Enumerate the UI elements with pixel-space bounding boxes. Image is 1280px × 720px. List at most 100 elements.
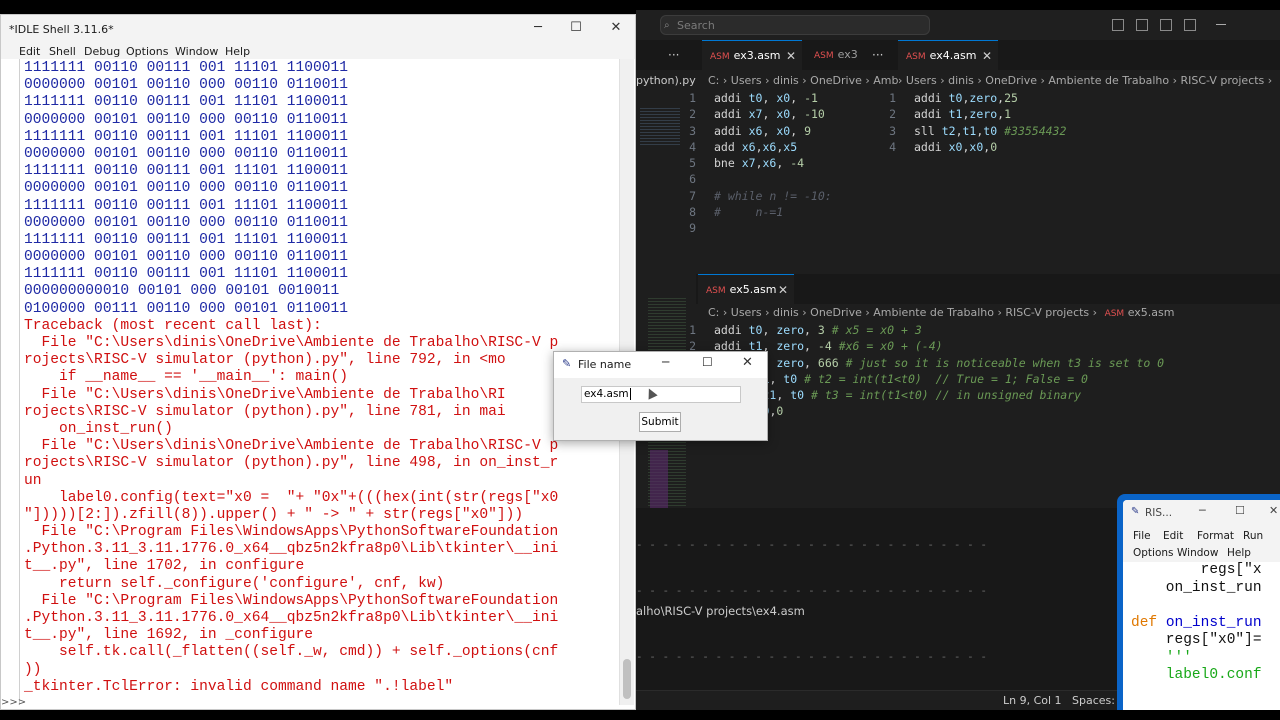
submit-button[interactable]: Submit xyxy=(639,412,681,432)
maximize-button[interactable]: ☐ xyxy=(1235,504,1245,517)
toggle-panel-icon[interactable] xyxy=(1136,19,1148,31)
bottom-breadcrumb[interactable]: C: › Users › dinis › OneDrive › Ambiente… xyxy=(708,306,1268,319)
traceback-line: File "C:\Users\dinis\OneDrive\Ambiente d… xyxy=(24,335,559,351)
menu-format[interactable]: Format xyxy=(1197,530,1234,542)
window-title: RIS... xyxy=(1145,507,1173,519)
cursor-position[interactable]: Ln 9, Col 1 xyxy=(1003,694,1062,707)
terminal-path: alho\RISC-V projects\ex4.asm xyxy=(636,604,805,618)
traceback-line: t__.py", line 1702, in configure xyxy=(24,558,305,575)
right-tabbar: ASM ex4.asm ✕ xyxy=(896,40,1280,70)
code-line: 3addi t3, zero, 666 # just so it is noti… xyxy=(689,355,1280,371)
tab-ex5-asm[interactable]: ASM ex5.asm ✕ xyxy=(698,274,794,304)
search-placeholder: Search xyxy=(677,19,715,32)
close-button[interactable]: ✕ xyxy=(742,355,753,370)
close-tab-icon[interactable]: ✕ xyxy=(786,41,796,71)
code-text: addi t0, zero, 3 # x5 = x0 + 3 xyxy=(714,323,922,337)
close-tab-icon[interactable]: ✕ xyxy=(778,275,788,305)
idle-editor-titlebar: ✎ RIS... ─ ☐ ✕ xyxy=(1123,500,1280,526)
maximize-button[interactable]: ☐ xyxy=(561,20,591,35)
menu-options[interactable]: Options xyxy=(126,45,168,58)
command-search-box[interactable]: ⌕ Search xyxy=(660,15,930,35)
menu-edit[interactable]: Edit xyxy=(19,45,40,58)
line-number: 1 xyxy=(889,91,896,105)
menu-run[interactable]: Run xyxy=(1243,530,1263,542)
code-line: 2 addi t1,zero,1 xyxy=(889,106,1280,122)
output-line: 0000000 00101 00110 000 00110 0110011 xyxy=(24,145,349,162)
tab-ex4-asm[interactable]: ASM ex4.asm ✕ xyxy=(898,40,998,70)
minimap-slider[interactable] xyxy=(650,450,668,510)
feather-icon: ✎ xyxy=(562,357,572,370)
explorer-file-label[interactable]: python).py xyxy=(636,74,696,87)
screen-border-top xyxy=(0,0,1280,10)
code-line: 2 addi t1, zero, -4 #x6 = x0 + (-4) xyxy=(689,338,1280,354)
code-text: bne x7,x6, -4 xyxy=(714,156,805,171)
menu-help[interactable]: Help xyxy=(1227,547,1251,559)
right-editor[interactable]: 1 addi t0,zero,25 2 addi t1,zero,1 3 sll t2,t… xyxy=(889,90,1280,170)
code-text: addi x7, x0, -10 xyxy=(714,107,825,122)
more-actions-icon[interactable]: ··· xyxy=(872,48,883,62)
line-number: 8 xyxy=(689,205,696,220)
menu-help[interactable]: Help xyxy=(225,45,250,58)
line-number: 6 xyxy=(689,172,696,187)
toggle-sidebar-icon[interactable] xyxy=(1112,19,1124,31)
asm-file-icon: ASM xyxy=(706,286,726,296)
traceback-line: if __name__ == '__main__': main() xyxy=(24,369,349,386)
minimize-button[interactable]: ─ xyxy=(1199,504,1206,517)
asm-file-icon: ASM xyxy=(814,51,834,61)
idle-editor-code[interactable]: regs["x on_inst_run def on_inst_run regs[… xyxy=(1131,562,1280,710)
line-number: 1 xyxy=(689,91,696,105)
shell-output[interactable]: 1111111 00110 00111 001 11101 1100011 000… xyxy=(19,59,616,705)
file-name-dialog: ✎ File name ─ ☐ ✕ ex4.asm Submit xyxy=(553,351,768,441)
left-breadcrumb[interactable]: C: › Users › dinis › OneDrive › Ambie xyxy=(708,74,898,87)
code-text: regs["x0"]= xyxy=(1131,632,1262,648)
maximize-button[interactable]: ☐ xyxy=(702,355,713,369)
traceback-line: File "C:\Program Files\WindowsApps\Pytho… xyxy=(24,592,559,609)
close-tab-icon[interactable]: ✕ xyxy=(982,41,992,71)
menu-window[interactable]: Window xyxy=(175,45,218,58)
minimap xyxy=(640,106,680,146)
asm-file-icon: ASM xyxy=(710,52,730,62)
code-line: 5tu t3, t1, t0 # t3 = int(t1<t0) // in u… xyxy=(689,387,1280,403)
line-number: 5 xyxy=(689,156,696,171)
menu-window[interactable]: Window xyxy=(1177,547,1218,559)
menu-file[interactable]: File xyxy=(1133,530,1151,542)
code-text: # n-=1 xyxy=(714,205,784,220)
menu-edit[interactable]: Edit xyxy=(1163,530,1183,542)
close-button[interactable]: ✕ xyxy=(1269,504,1278,517)
shell-prompt: >>> xyxy=(1,697,27,708)
code-text: tu t3, t1, t0 # t3 = int(t1<t0) // in un… xyxy=(714,388,1082,403)
menu-debug[interactable]: Debug xyxy=(84,45,120,58)
traceback-line: .Python.3.11_3.11.1776.0_x64__qbz5n2kfra… xyxy=(24,541,559,558)
code-line: ''' xyxy=(1131,650,1280,668)
output-line: 1111111 00110 00111 001 11101 1100011 xyxy=(24,94,349,111)
traceback-line: return self._configure('configure', cnf,… xyxy=(24,575,445,592)
menu-options[interactable]: Options xyxy=(1133,547,1174,559)
line-number: 1 xyxy=(689,323,696,337)
code-text: ''' xyxy=(1131,649,1192,666)
minimize-icon[interactable] xyxy=(1216,24,1226,25)
bottom-editor[interactable]: 1 addi t0, zero, 3 # x5 = x0 + 3 2 addi t1,… xyxy=(689,322,1280,432)
output-line: 0000000 00101 00110 000 00110 0110011 xyxy=(24,180,349,197)
file-name-input[interactable]: ex4.asm xyxy=(581,386,741,403)
code-text: regs["x xyxy=(1131,562,1262,578)
layout-icon[interactable] xyxy=(1184,19,1196,31)
toggle-secondary-sidebar-icon[interactable] xyxy=(1160,19,1172,31)
terminal-divider: - - - - - - - - - - - - - - - - - - - - … xyxy=(636,650,987,663)
more-tabs-icon[interactable]: ··· xyxy=(668,48,679,62)
minimize-button[interactable]: ─ xyxy=(662,355,669,369)
right-breadcrumb[interactable]: › Users › dinis › OneDrive › Ambiente de… xyxy=(898,74,1280,87)
code-text: addi t3, zero, 666 # just so it is notic… xyxy=(714,355,1165,370)
asm-file-icon: ASM xyxy=(906,52,926,62)
minimize-button[interactable]: ─ xyxy=(523,20,553,35)
close-button[interactable]: ✕ xyxy=(601,20,631,35)
idle-titlebar: *IDLE Shell 3.11.6* ─ ☐ ✕ xyxy=(1,15,635,45)
traceback-line: un xyxy=(24,472,42,489)
output-line: 0100000 00111 00110 000 00101 0110011 xyxy=(24,300,349,317)
code-text: addi x6, x0, 9 xyxy=(714,123,811,138)
menu-shell[interactable]: Shell xyxy=(49,45,76,58)
traceback-line: rojects\RISC-V simulator (python).py", l… xyxy=(24,352,506,369)
traceback-line: rojects\RISC-V simulator (python).py", l… xyxy=(24,455,559,472)
tab-ex3[interactable]: ASM ex3 xyxy=(806,40,866,70)
code-line: 7 # while n != -10: xyxy=(689,188,896,204)
tab-ex3-asm[interactable]: ASM ex3.asm ✕ xyxy=(702,40,802,70)
